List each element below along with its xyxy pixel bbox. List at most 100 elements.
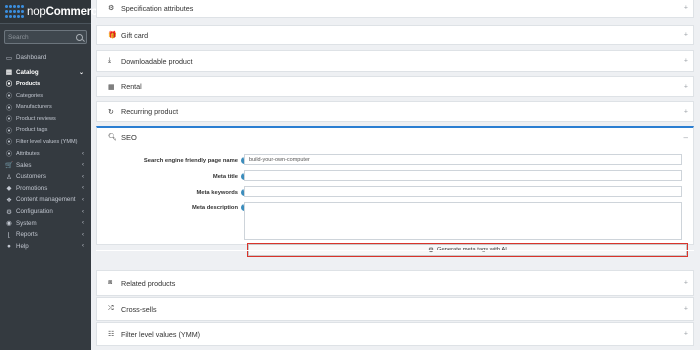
sidebar-item-sales[interactable]: 🛒 Sales ‹ xyxy=(0,159,91,171)
sidebar-item-label: Dashboard xyxy=(16,54,47,62)
sidebar-item-label: Promotions xyxy=(16,184,48,192)
meta-title-input[interactable] xyxy=(244,170,682,181)
sidebar-item-promotions[interactable]: ◆ Promotions ‹ xyxy=(0,183,91,195)
search-input[interactable] xyxy=(8,33,76,41)
panel-specification-attributes[interactable]: ⚙ Specification attributes + xyxy=(96,0,694,18)
gear-icon: ⚙ xyxy=(108,5,115,12)
circle-dot-icon: ⦿ xyxy=(5,105,12,112)
search-icon: 🔍︎ xyxy=(108,134,117,141)
download-icon: ⤓ xyxy=(108,57,112,64)
sidebar-item-label: Configuration xyxy=(16,208,53,216)
sidebar-item-filter-level-values-ymm[interactable]: ⦿ Filter level values (YMM) xyxy=(0,136,91,148)
meta-description-label: Meta description? xyxy=(192,204,248,211)
chevron-left-icon: ‹ xyxy=(82,173,84,180)
sidebar-item-customers[interactable]: ♙ Customers ‹ xyxy=(0,171,91,183)
cart-icon: 🛒 xyxy=(5,162,14,170)
expand-icon[interactable]: + xyxy=(684,32,688,39)
sidebar-item-label: System xyxy=(16,219,37,227)
sidebar-item-label: Catalog xyxy=(16,68,39,76)
sidebar-nav: ▭ Dashboard ▤ Catalog ⌄ ⦿ Products ⦿ Categories ⦿… xyxy=(0,52,91,252)
chevron-left-icon: ‹ xyxy=(82,243,84,250)
chevron-left-icon: ‹ xyxy=(82,208,84,215)
panel-title: Rental xyxy=(121,82,142,91)
expand-icon[interactable]: + xyxy=(684,58,688,65)
chevron-left-icon: ‹ xyxy=(82,231,84,238)
gift-icon: 🎁 xyxy=(108,32,117,39)
chevron-left-icon: ‹ xyxy=(82,220,84,227)
panel-filter-level-values[interactable]: ☷ Filter level values (YMM) + xyxy=(96,322,694,346)
brand-logo[interactable]: nopCommerce xyxy=(0,0,104,24)
panel-title: Related products xyxy=(121,278,176,288)
sidebar-item-label: Reports xyxy=(16,231,38,239)
expand-icon[interactable]: + xyxy=(684,331,688,338)
meta-description-textarea[interactable] xyxy=(244,202,682,240)
search-icon[interactable] xyxy=(76,33,83,41)
sidebar-item-help[interactable]: ● Help ‹ xyxy=(0,241,91,253)
chevron-left-icon: ‹ xyxy=(82,185,84,192)
expand-icon[interactable]: + xyxy=(684,108,688,115)
sidebar-item-label: Products xyxy=(16,80,41,87)
circle-dot-icon: ⦿ xyxy=(5,117,12,124)
sidebar-item-catalog[interactable]: ▤ Catalog ⌄ xyxy=(0,67,91,79)
chevron-down-icon: ⌄ xyxy=(78,69,84,76)
user-icon: ♙ xyxy=(6,173,12,181)
sidebar-item-label: Manufacturers xyxy=(16,104,52,111)
sidebar-item-attributes[interactable]: ⦿ Attributes ‹ xyxy=(0,148,91,160)
circle-dot-icon: ⦿ xyxy=(5,82,12,89)
sidebar-item-label: Product tags xyxy=(16,127,48,134)
panel-title: Gift card xyxy=(121,30,149,40)
sidebar-item-system[interactable]: ◉ System ‹ xyxy=(0,217,91,229)
panel-title: Downloadable product xyxy=(121,56,193,66)
sidebar-item-label: Product reviews xyxy=(16,115,56,122)
circle-dot-icon: ⦿ xyxy=(5,128,12,135)
sidebar-item-label: Customers xyxy=(16,173,46,181)
sidebar-item-reports[interactable]: ⌊ Reports ‹ xyxy=(0,229,91,241)
sidebar-item-configuration[interactable]: ⚙ Configuration ‹ xyxy=(0,206,91,218)
panel-gift-card[interactable]: 🎁 Gift card + xyxy=(96,25,694,45)
expand-icon[interactable]: + xyxy=(684,280,688,287)
related-icon: ⧈ xyxy=(108,279,113,286)
sidebar-item-manufacturers[interactable]: ⦿ Manufacturers xyxy=(0,101,91,113)
collapse-icon[interactable]: – xyxy=(684,133,688,142)
sidebar-item-products[interactable]: ⦿ Products xyxy=(0,78,91,90)
calendar-icon: ▦ xyxy=(108,83,115,91)
chart-icon: ⌊ xyxy=(7,231,11,239)
meta-keywords-input[interactable] xyxy=(244,186,682,197)
panel-title: Filter level values (YMM) xyxy=(121,329,201,339)
panel-title: Recurring product xyxy=(121,107,179,116)
friendly-name-input[interactable]: build-your-own-computer xyxy=(244,154,682,165)
seo-header[interactable]: 🔍︎ SEO – xyxy=(97,128,693,146)
sidebar-item-label: Filter level values (YMM) xyxy=(16,138,78,145)
expand-icon[interactable]: + xyxy=(684,306,688,313)
friendly-name-label: Search engine friendly page name? xyxy=(144,157,248,164)
cube-icon: ◉ xyxy=(6,220,12,228)
panel-downloadable-product[interactable]: ⤓ Downloadable product + xyxy=(96,50,694,72)
repeat-icon: ↻ xyxy=(108,108,114,116)
panel-related-products[interactable]: ⧈ Related products + xyxy=(96,270,694,296)
sidebar-item-dashboard[interactable]: ▭ Dashboard xyxy=(0,52,91,64)
catalog-icon: ▤ xyxy=(5,69,13,77)
sidebar-search xyxy=(4,30,87,44)
nopcommerce-logo-icon xyxy=(5,4,24,19)
cubes-icon: ❖ xyxy=(6,196,12,204)
expand-icon[interactable]: + xyxy=(684,83,688,90)
sidebar-item-categories[interactable]: ⦿ Categories xyxy=(0,90,91,102)
sidebar: nopCommerce ▭Dashboard ▤Catalog ⌄ ⦿ Products… xyxy=(0,0,104,350)
question-icon: ● xyxy=(7,242,11,250)
expand-icon[interactable]: + xyxy=(684,5,688,12)
sidebar-item-label: Help xyxy=(16,242,29,250)
circle-dot-icon: ⦿ xyxy=(5,94,12,101)
sidebar-item-product-reviews[interactable]: ⦿ Product reviews xyxy=(0,113,91,125)
panel-title: SEO xyxy=(121,132,137,142)
sidebar-item-product-tags[interactable]: ⦿ Product tags xyxy=(0,125,91,137)
chevron-left-icon: ‹ xyxy=(82,162,84,169)
panel-recurring-product[interactable]: ↻ Recurring product + xyxy=(96,101,694,122)
panel-rental[interactable]: ▦ Rental + xyxy=(96,76,694,97)
sidebar-item-content-management[interactable]: ❖ Content management ‹ xyxy=(0,194,91,206)
chevron-left-icon: ‹ xyxy=(82,196,84,203)
main-content: ⚙ Specification attributes + 🎁 Gift card + ⤓… xyxy=(91,0,700,350)
sidebar-item-label: Sales xyxy=(16,161,32,169)
panel-title: Cross-sells xyxy=(121,304,157,314)
meta-keywords-label: Meta keywords? xyxy=(196,189,248,196)
panel-cross-sells[interactable]: ⤮ Cross-sells + xyxy=(96,297,694,321)
